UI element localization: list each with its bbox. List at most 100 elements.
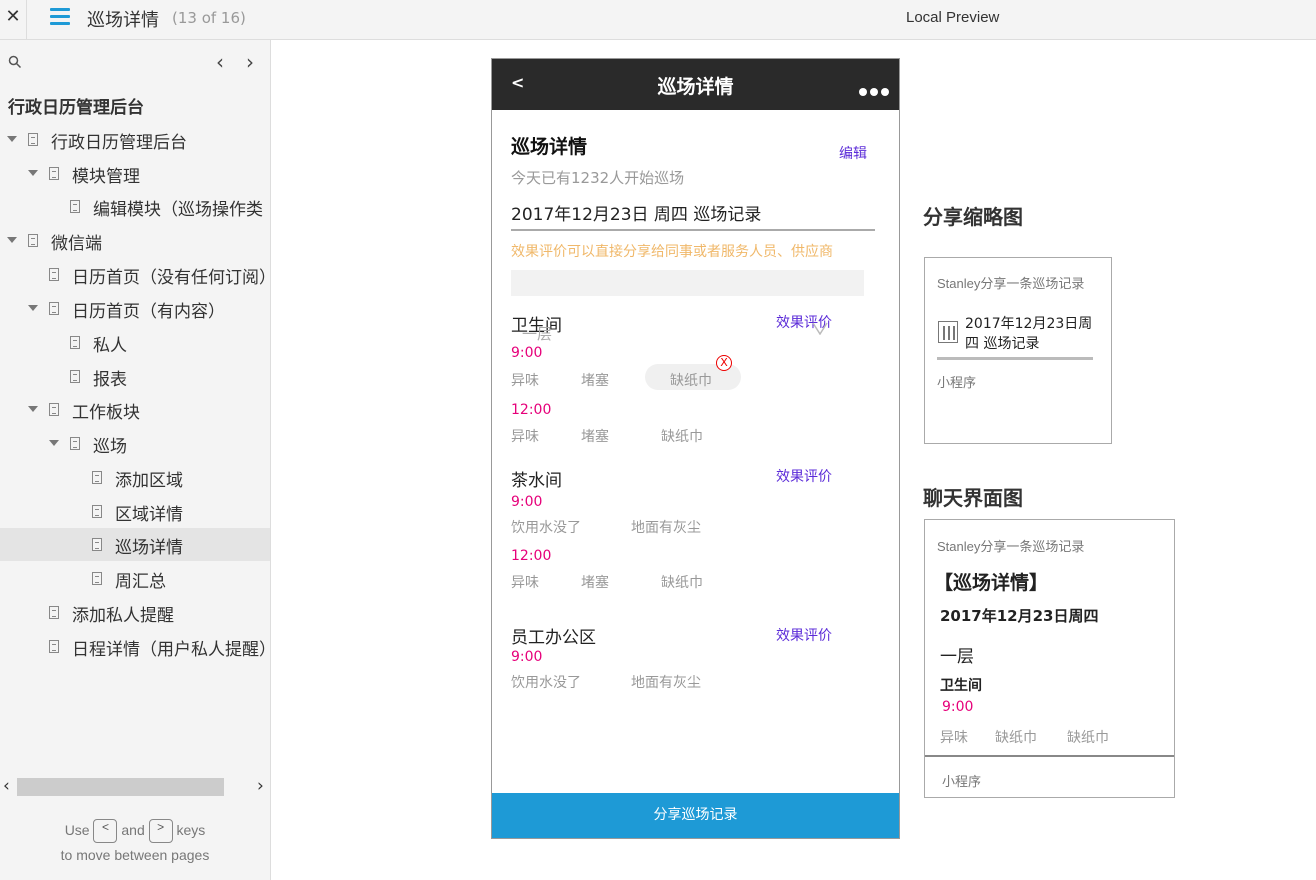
- delete-icon[interactable]: X: [716, 355, 732, 371]
- scroll-right-icon[interactable]: ›: [257, 776, 264, 796]
- project-title: 行政日历管理后台: [8, 98, 144, 118]
- evaluation-link[interactable]: 效果评价: [776, 625, 832, 645]
- chat-date: 2017年12月23日周四: [940, 607, 1099, 625]
- phone-header: < 巡场详情: [492, 59, 899, 110]
- issue-tag[interactable]: 缺纸巾: [661, 572, 703, 592]
- sidebar-item-label: 工作板块: [72, 403, 140, 423]
- close-icon[interactable]: ✕: [0, 0, 27, 39]
- collapse-triangle-icon[interactable]: [7, 237, 17, 243]
- sidebar-item-label: 巡场: [93, 437, 127, 457]
- chat-tag: 缺纸巾: [995, 730, 1037, 746]
- sidebar-item-add-area[interactable]: 添加区域: [0, 461, 270, 494]
- issue-tag[interactable]: 缺纸巾: [661, 426, 703, 446]
- chat-floor: 一层: [940, 647, 974, 667]
- divider: [925, 755, 1174, 757]
- chat-area: 卫生间: [940, 678, 982, 694]
- chat-tag: 缺纸巾: [1067, 730, 1109, 746]
- sidebar-item-report[interactable]: 报表: [0, 360, 270, 393]
- page-icon: [28, 234, 38, 247]
- share-hint: 效果评价可以直接分享给同事或者服务人员、供应商: [511, 244, 833, 260]
- share-record-button[interactable]: 分享巡场记录: [492, 793, 899, 838]
- phone-mockup: < 巡场详情 巡场详情 编辑 今天已有1232人开始巡场 2017年12月23日…: [491, 58, 900, 839]
- chat-card: Stanley分享一条巡场记录 【巡场详情】 2017年12月23日周四 一层 …: [924, 519, 1175, 798]
- collapse-triangle-icon[interactable]: [28, 170, 38, 176]
- menu-icon[interactable]: [50, 8, 70, 28]
- sidebar-item-label: 私人: [93, 336, 127, 356]
- scrollbar-thumb[interactable]: [17, 778, 224, 796]
- sidebar-item-wechat[interactable]: 微信端: [0, 224, 270, 257]
- sidebar-item-label: 编辑模块（巡场操作类: [93, 200, 263, 220]
- page-icon: [70, 336, 80, 349]
- sidebar-item-module-management[interactable]: 模块管理: [0, 157, 270, 190]
- sidebar-item-add-reminder[interactable]: 添加私人提醒: [0, 596, 270, 629]
- collapse-triangle-icon[interactable]: [7, 136, 17, 142]
- patrol-count-note: 今天已有1232人开始巡场: [511, 169, 685, 187]
- page-icon: [92, 471, 102, 484]
- previous-page-icon[interactable]: ‹: [216, 50, 224, 74]
- area-name: 员工办公区: [511, 628, 596, 648]
- evaluation-link[interactable]: 效果评价: [776, 466, 832, 486]
- sidebar-item-weekly-summary[interactable]: 周汇总: [0, 562, 270, 595]
- sidebar-item-work-section[interactable]: 工作板块: [0, 393, 270, 426]
- page-icon: [49, 302, 59, 315]
- page-icon: [49, 606, 59, 619]
- sidebar-item-calendar-empty[interactable]: 日历首页（没有任何订阅）: [0, 258, 270, 291]
- preview-label: Local Preview: [906, 9, 1000, 26]
- sidebar-item-admin-home[interactable]: 行政日历管理后台: [0, 123, 270, 156]
- key-prev: <: [93, 819, 118, 844]
- issue-tag[interactable]: 饮用水没了: [511, 672, 581, 692]
- issue-tag[interactable]: 异味: [511, 370, 539, 390]
- floor-overlay: 一层: [522, 325, 553, 343]
- scroll-left-icon[interactable]: ‹: [3, 776, 10, 796]
- sidebar-item-label: 日历首页（没有任何订阅）: [72, 268, 270, 288]
- sidebar-item-label: 周汇总: [115, 572, 166, 592]
- sidebar-item-patrol[interactable]: 巡场: [0, 427, 270, 460]
- horizontal-scrollbar[interactable]: ‹ ›: [0, 776, 270, 798]
- page-icon: [92, 538, 102, 551]
- mini-program-label: 小程序: [942, 774, 982, 789]
- search-icon[interactable]: [8, 55, 22, 69]
- next-page-icon[interactable]: ›: [246, 50, 254, 74]
- check-time: 9:00: [511, 494, 543, 510]
- issue-tag[interactable]: 饮用水没了: [511, 517, 581, 537]
- check-time: 9:00: [511, 345, 543, 361]
- issue-tag[interactable]: 堵塞: [581, 426, 609, 446]
- sidebar-item-area-detail[interactable]: 区域详情: [0, 495, 270, 528]
- collapse-triangle-icon[interactable]: [28, 406, 38, 412]
- hint-text: keys: [176, 822, 206, 838]
- check-time: 12:00: [511, 402, 552, 418]
- sidebar-item-edit-module[interactable]: 编辑模块（巡场操作类: [0, 190, 270, 223]
- issue-tag[interactable]: 堵塞: [581, 572, 609, 592]
- collapse-triangle-icon[interactable]: [49, 440, 59, 446]
- issue-tag[interactable]: 缺纸巾: [670, 370, 712, 390]
- issue-tag[interactable]: 地面有灰尘: [631, 672, 701, 692]
- sidebar-item-private[interactable]: 私人: [0, 326, 270, 359]
- sidebar-item-label: 微信端: [51, 234, 102, 254]
- sidebar-item-label: 模块管理: [72, 167, 140, 187]
- sidebar-item-label: 区域详情: [115, 505, 183, 525]
- sidebar-item-label: 日程详情（用户私人提醒）: [72, 640, 270, 660]
- sidebar-item-schedule-detail[interactable]: 日程详情（用户私人提醒）: [0, 630, 270, 663]
- collapse-triangle-icon[interactable]: [28, 305, 38, 311]
- area-name: 茶水间: [511, 471, 562, 491]
- issue-tag[interactable]: 地面有灰尘: [631, 517, 701, 537]
- chat-heading: 【巡场详情】: [934, 572, 1049, 594]
- check-icon: [812, 322, 828, 335]
- issue-tag[interactable]: 异味: [511, 426, 539, 446]
- edit-link[interactable]: 编辑: [839, 143, 867, 163]
- sidebar-item-label: 添加私人提醒: [72, 606, 174, 626]
- issue-tag[interactable]: 异味: [511, 572, 539, 592]
- chat-time: 9:00: [942, 699, 974, 715]
- page-title: 巡场详情: [87, 10, 159, 31]
- sender-text: Stanley分享一条巡场记录: [937, 276, 1085, 291]
- sidebar-item-calendar-content[interactable]: 日历首页（有内容）: [0, 292, 270, 325]
- phone-header-title: 巡场详情: [657, 76, 734, 98]
- hint-text: and: [121, 822, 145, 838]
- hint-text: to move between pages: [60, 847, 210, 864]
- page-icon: [49, 167, 59, 180]
- issue-tag[interactable]: 堵塞: [581, 370, 609, 390]
- sidebar-item-patrol-detail[interactable]: 巡场详情: [0, 528, 270, 561]
- sidebar-item-label: 日历首页（有内容）: [72, 302, 225, 322]
- chat-section-title: 聊天界面图: [923, 486, 1023, 510]
- more-icon[interactable]: [856, 81, 889, 100]
